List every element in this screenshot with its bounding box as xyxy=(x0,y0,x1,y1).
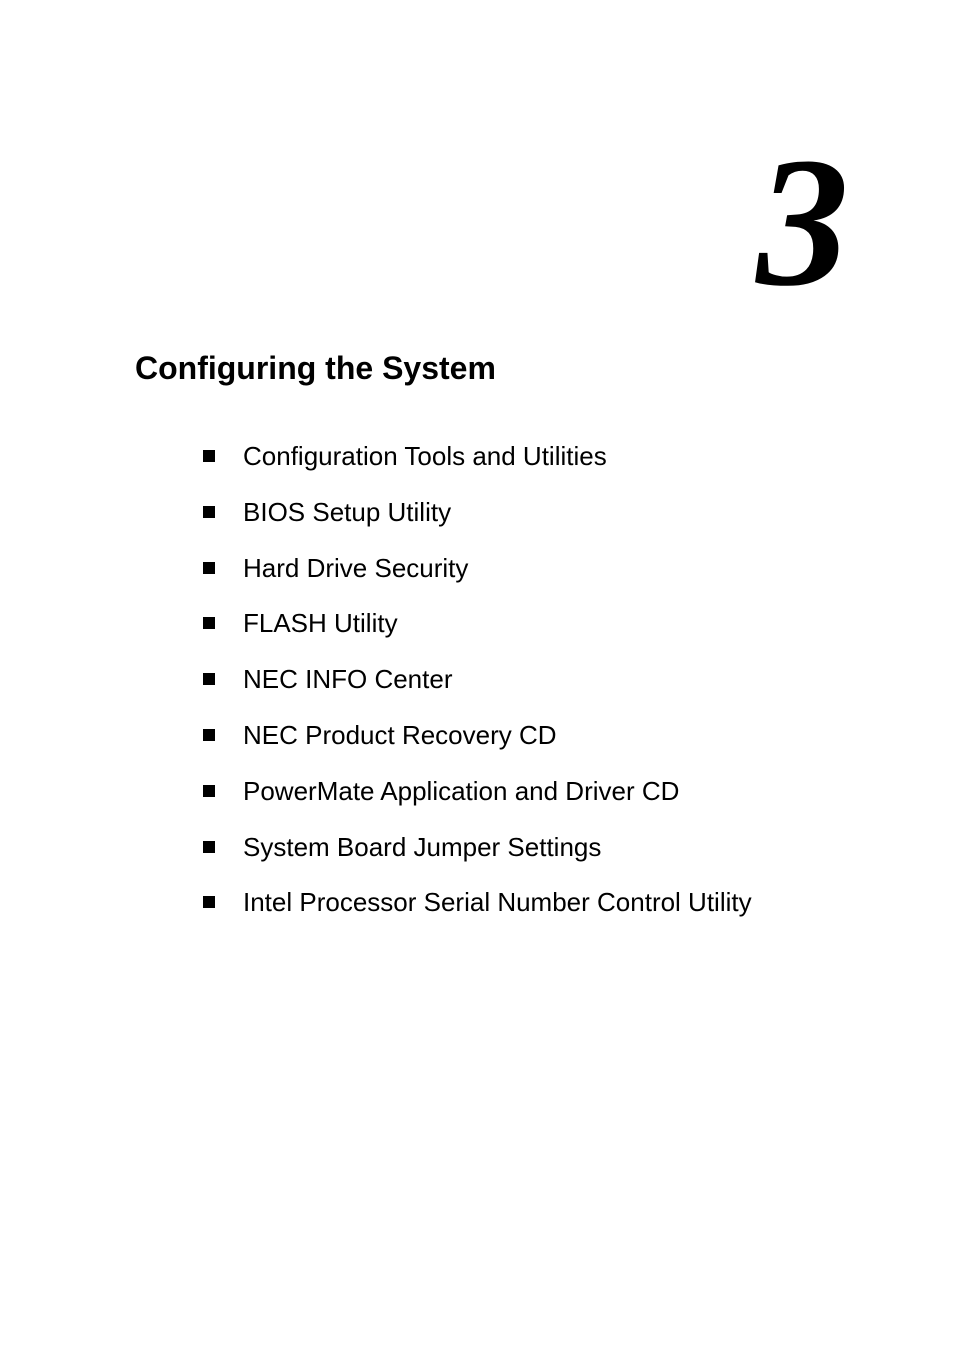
square-bullet-icon xyxy=(203,785,215,797)
square-bullet-icon xyxy=(203,729,215,741)
square-bullet-icon xyxy=(203,450,215,462)
list-item: PowerMate Application and Driver CD xyxy=(203,775,849,809)
chapter-number: 3 xyxy=(757,130,850,315)
square-bullet-icon xyxy=(203,896,215,908)
chapter-title: Configuring the System xyxy=(135,350,496,387)
topic-label: Configuration Tools and Utilities xyxy=(243,440,607,474)
topic-label: System Board Jumper Settings xyxy=(243,831,601,865)
square-bullet-icon xyxy=(203,841,215,853)
square-bullet-icon xyxy=(203,562,215,574)
topic-label: NEC INFO Center xyxy=(243,663,453,697)
topic-list: Configuration Tools and Utilities BIOS S… xyxy=(203,440,849,942)
list-item: Intel Processor Serial Number Control Ut… xyxy=(203,886,849,920)
topic-label: FLASH Utility xyxy=(243,607,398,641)
list-item: BIOS Setup Utility xyxy=(203,496,849,530)
list-item: Configuration Tools and Utilities xyxy=(203,440,849,474)
square-bullet-icon xyxy=(203,673,215,685)
topic-label: PowerMate Application and Driver CD xyxy=(243,775,679,809)
list-item: Hard Drive Security xyxy=(203,552,849,586)
topic-label: Intel Processor Serial Number Control Ut… xyxy=(243,886,752,920)
list-item: NEC Product Recovery CD xyxy=(203,719,849,753)
topic-label: BIOS Setup Utility xyxy=(243,496,451,530)
list-item: System Board Jumper Settings xyxy=(203,831,849,865)
topic-label: Hard Drive Security xyxy=(243,552,468,586)
list-item: FLASH Utility xyxy=(203,607,849,641)
topic-label: NEC Product Recovery CD xyxy=(243,719,557,753)
square-bullet-icon xyxy=(203,617,215,629)
square-bullet-icon xyxy=(203,506,215,518)
list-item: NEC INFO Center xyxy=(203,663,849,697)
